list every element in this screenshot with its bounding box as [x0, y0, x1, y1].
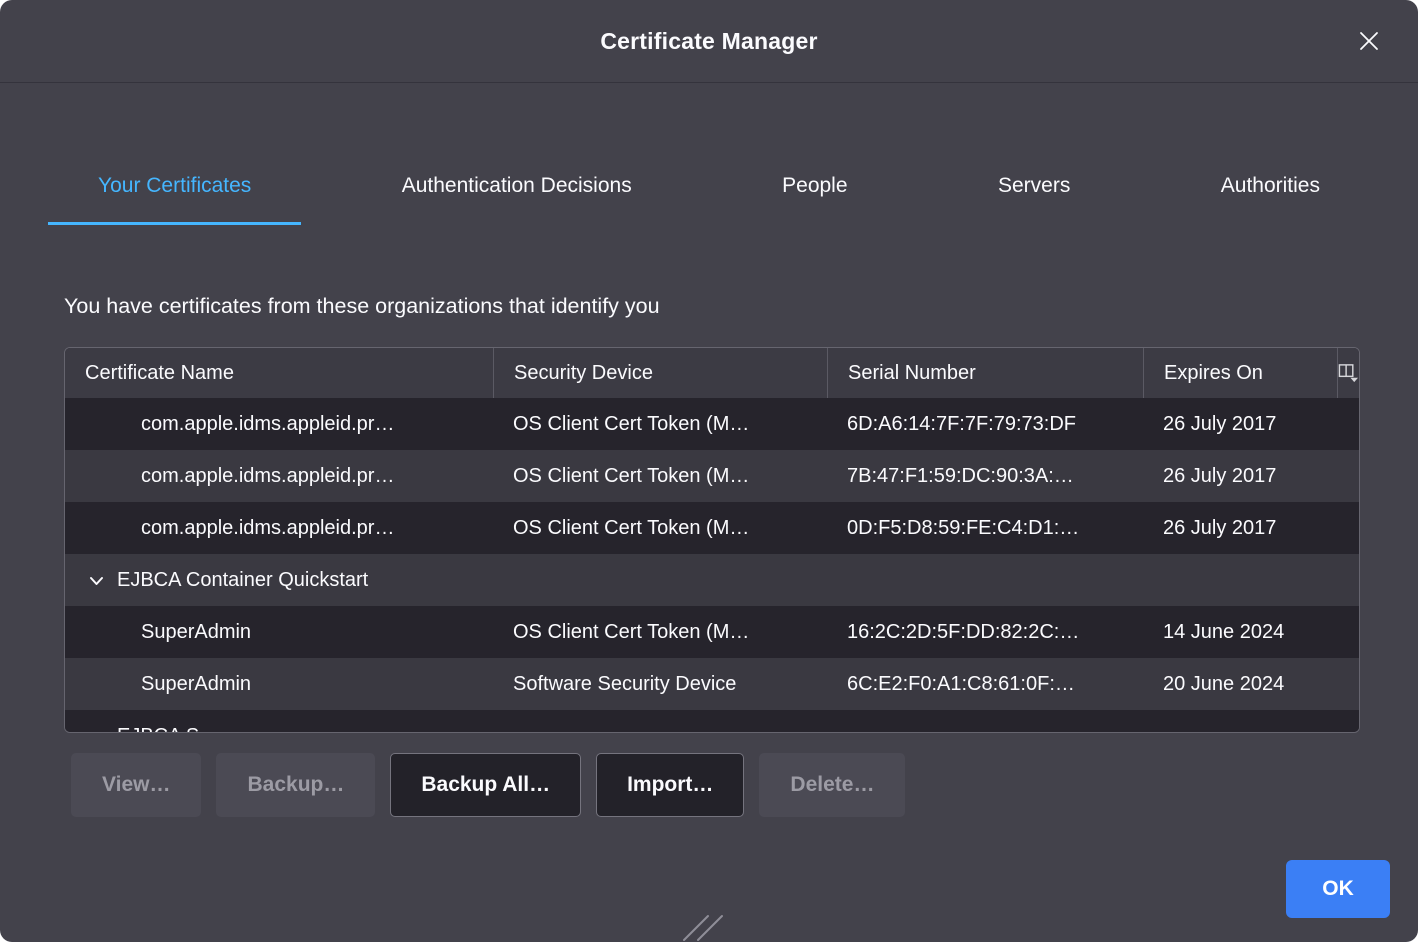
table-row[interactable]: SuperAdminSoftware Security Device6C:E2:…: [65, 658, 1359, 710]
dialog-title: Certificate Manager: [600, 28, 817, 55]
tab-authentication-decisions[interactable]: Authentication Decisions: [352, 150, 682, 225]
expires-on-cell: 26 July 2017: [1143, 450, 1359, 502]
tab-your-certificates[interactable]: Your Certificates: [48, 150, 301, 225]
certificates-table: Certificate NameSecurity DeviceSerial Nu…: [64, 347, 1360, 733]
security-device-cell: Software Security Device: [493, 658, 827, 710]
certificate-manager-dialog: Certificate Manager Your Certificates Aut…: [0, 0, 1418, 942]
chevron-down-icon[interactable]: [89, 569, 104, 592]
backup-all-button[interactable]: Backup All…: [390, 753, 581, 817]
delete-button: Delete…: [759, 753, 905, 817]
table-row[interactable]: com.apple.idms.appleid.pr…OS Client Cert…: [65, 450, 1359, 502]
tab-authorities[interactable]: Authorities: [1171, 150, 1370, 225]
serial-number-cell: 6D:A6:14:7F:7F:79:73:DF: [827, 398, 1143, 450]
tab-people[interactable]: People: [732, 150, 897, 225]
cert-name-cell: SuperAdmin: [65, 658, 493, 710]
group-label: EJBCA S: [117, 725, 199, 734]
cert-name-cell: com.apple.idms.appleid.pr…: [65, 502, 493, 554]
expires-on-cell: 26 July 2017: [1143, 398, 1359, 450]
chevron-down-icon[interactable]: [89, 725, 104, 734]
serial-number-cell: 16:2C:2D:5F:DD:82:2C:…: [827, 606, 1143, 658]
expires-on-cell: 26 July 2017: [1143, 502, 1359, 554]
expires-on-cell: 20 June 2024: [1143, 658, 1359, 710]
close-icon[interactable]: [1350, 22, 1388, 60]
tab-bar: Your Certificates Authentication Decision…: [48, 150, 1370, 225]
cert-name-cell: com.apple.idms.appleid.pr…: [65, 398, 493, 450]
view-button: View…: [71, 753, 201, 817]
column-picker-icon[interactable]: [1337, 348, 1359, 398]
column-header-serial-number[interactable]: Serial Number: [827, 348, 1143, 398]
column-header-security-device[interactable]: Security Device: [493, 348, 827, 398]
cert-name-cell: com.apple.idms.appleid.pr…: [65, 450, 493, 502]
ok-button[interactable]: OK: [1286, 860, 1390, 918]
group-label: EJBCA Container Quickstart: [117, 569, 368, 592]
resize-grip[interactable]: [682, 914, 724, 942]
cert-name-cell: SuperAdmin: [65, 606, 493, 658]
action-button-row: View…Backup…Backup All…Import…Delete…: [71, 753, 905, 817]
serial-number-cell: 7B:47:F1:59:DC:90:3A:…: [827, 450, 1143, 502]
expires-on-cell: 14 June 2024: [1143, 606, 1359, 658]
group-row[interactable]: EJBCA S: [65, 710, 1359, 733]
table-row[interactable]: SuperAdminOS Client Cert Token (M…16:2C:…: [65, 606, 1359, 658]
serial-number-cell: 0D:F5:D8:59:FE:C4:D1:…: [827, 502, 1143, 554]
title-bar: Certificate Manager: [0, 0, 1418, 83]
security-device-cell: OS Client Cert Token (M…: [493, 502, 827, 554]
column-header-expires-on[interactable]: Expires On: [1143, 348, 1337, 398]
table-row[interactable]: com.apple.idms.appleid.pr…OS Client Cert…: [65, 398, 1359, 450]
security-device-cell: OS Client Cert Token (M…: [493, 450, 827, 502]
group-row[interactable]: EJBCA Container Quickstart: [65, 554, 1359, 606]
serial-number-cell: 6C:E2:F0:A1:C8:61:0F:…: [827, 658, 1143, 710]
table-header: Certificate NameSecurity DeviceSerial Nu…: [65, 348, 1359, 398]
tab-servers[interactable]: Servers: [948, 150, 1120, 225]
table-body: com.apple.idms.appleid.pr…OS Client Cert…: [65, 398, 1359, 733]
description: You have certificates from these organiz…: [64, 294, 660, 319]
import-button[interactable]: Import…: [596, 753, 744, 817]
backup-button: Backup…: [216, 753, 375, 817]
security-device-cell: OS Client Cert Token (M…: [493, 398, 827, 450]
table-row[interactable]: com.apple.idms.appleid.pr…OS Client Cert…: [65, 502, 1359, 554]
security-device-cell: OS Client Cert Token (M…: [493, 606, 827, 658]
column-header-certificate-name[interactable]: Certificate Name: [65, 348, 493, 398]
